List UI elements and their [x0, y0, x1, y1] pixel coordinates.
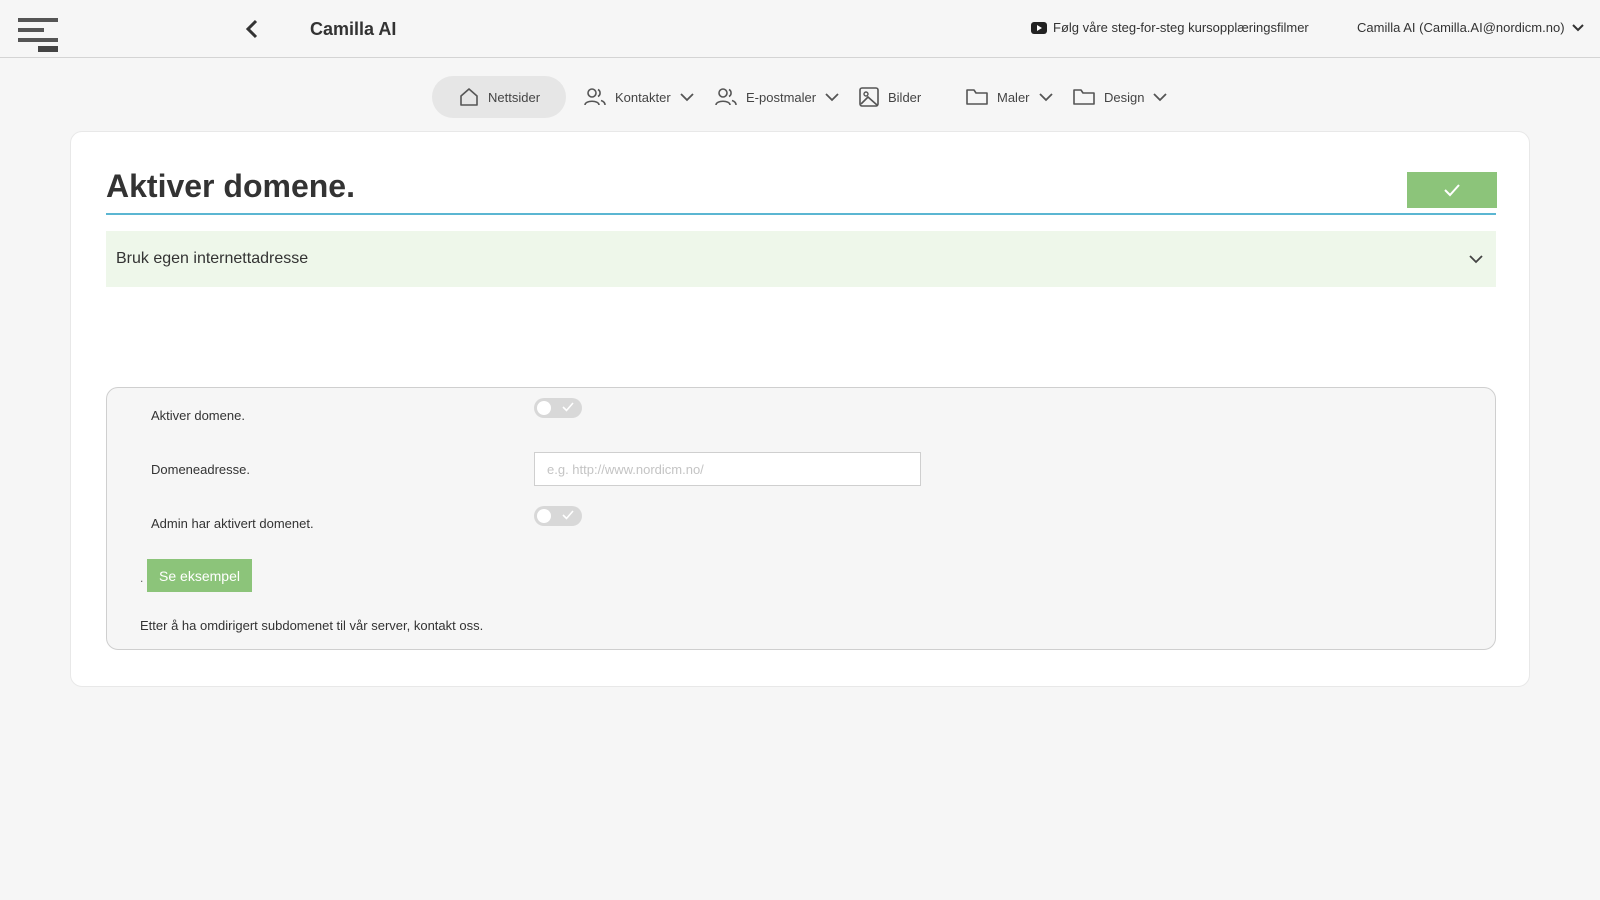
separator-dot: . — [140, 571, 144, 585]
nav-item-label: Bilder — [888, 89, 922, 105]
users-icon — [584, 88, 606, 106]
nav-item-label: Maler — [997, 89, 1030, 105]
chevron-down-icon — [1038, 93, 1053, 102]
nav-item-nettsider[interactable]: Nettsider — [432, 76, 567, 118]
nav-item-e-postmaler[interactable]: E-postmaler — [714, 76, 840, 118]
nav-item-label: Design — [1104, 89, 1145, 105]
nav-item-bilder[interactable]: Bilder — [858, 76, 921, 118]
nav-item-label: Nettsider — [488, 89, 541, 105]
folder-icon — [1073, 89, 1095, 105]
toggle-knob — [537, 509, 551, 523]
activate-domain-label: Aktiver domene. — [151, 408, 245, 423]
nav-item-maler[interactable]: Maler — [965, 76, 1054, 118]
folder-icon — [966, 89, 988, 105]
title-divider — [106, 213, 1496, 215]
chevron-down-icon — [1153, 93, 1168, 102]
app-title: Camilla AI — [310, 19, 397, 39]
toggle-knob — [537, 401, 551, 415]
activate-domain-toggle[interactable] — [534, 398, 582, 418]
admin-activated-label: Admin har aktivert domenet. — [151, 516, 314, 531]
page-title: Aktiver domene. — [106, 168, 355, 204]
users-icon — [715, 88, 737, 106]
main-nav: Nettsider Kontakter E-postmaler Bilder M… — [0, 76, 1600, 118]
nav-item-kontakter[interactable]: Kontakter — [583, 76, 695, 118]
back-arrow-icon[interactable] — [242, 18, 262, 40]
domain-form-panel: Aktiver domene. Domeneadresse. Admin har… — [106, 387, 1496, 650]
menu-icon[interactable] — [16, 16, 60, 54]
check-icon — [562, 510, 574, 520]
accordion-label: Bruk egen internettadresse — [116, 250, 309, 267]
chevron-down-icon — [680, 93, 694, 102]
top-bar: Camilla AI Følg våre steg-for-steg kurso… — [0, 0, 1600, 58]
accordion-header[interactable]: Bruk egen internettadresse — [106, 231, 1496, 287]
user-menu[interactable]: Camilla AI (Camilla.AI@nordicm.no) — [1357, 20, 1585, 35]
check-icon — [562, 402, 574, 412]
chevron-down-icon — [825, 93, 839, 102]
domain-address-label: Domeneadresse. — [151, 462, 250, 477]
tutorial-link[interactable]: Følg våre steg-for-steg kursopplæringsfi… — [1031, 20, 1309, 35]
image-icon — [859, 87, 879, 107]
tutorial-link-label: Følg våre steg-for-steg kursopplæringsfi… — [1053, 20, 1309, 35]
chevron-down-icon — [1469, 255, 1483, 264]
main-card: Aktiver domene. Bruk egen internettadres… — [70, 131, 1530, 687]
user-menu-label: Camilla AI (Camilla.AI@nordicm.no) — [1357, 20, 1565, 35]
admin-activated-toggle[interactable] — [534, 506, 582, 526]
nav-item-design[interactable]: Design — [1072, 76, 1168, 118]
nav-item-label: Kontakter — [615, 89, 671, 105]
redirect-footnote: Etter å ha omdirigert subdomenet til vår… — [140, 618, 484, 633]
save-button[interactable] — [1407, 172, 1497, 208]
youtube-icon — [1031, 21, 1047, 34]
see-example-button[interactable]: Se eksempel — [147, 559, 252, 592]
nav-item-label: E-postmaler — [746, 89, 817, 105]
check-icon — [1444, 184, 1460, 197]
home-icon — [460, 88, 478, 106]
chevron-down-icon — [1571, 23, 1584, 31]
domain-address-input[interactable] — [534, 452, 921, 486]
